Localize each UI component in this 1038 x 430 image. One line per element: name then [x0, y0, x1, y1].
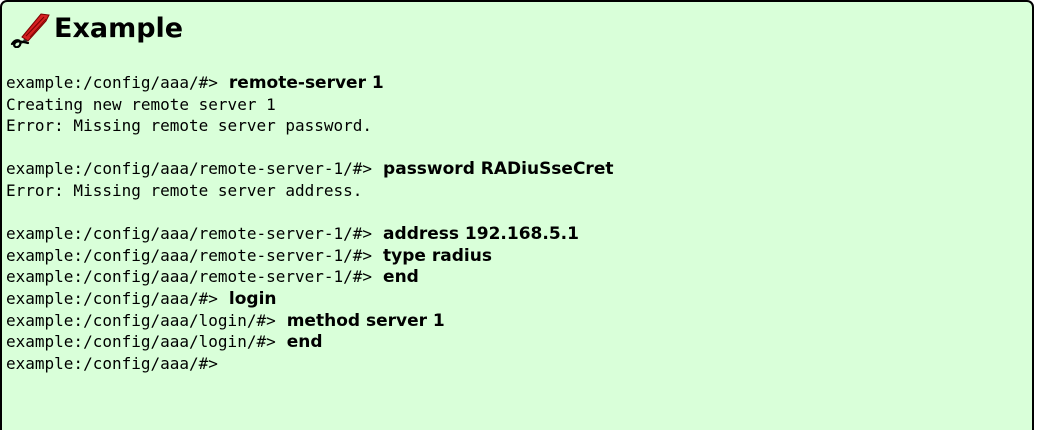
console-prompt: example:/config/aaa/#> [6, 288, 218, 308]
console-line: example:/config/aaa/remote-server-1/#> ty… [6, 245, 613, 267]
console-prompt: example:/config/aaa/remote-server-1/#> [6, 159, 373, 179]
console-output-text: Error: Missing remote server password. [6, 116, 373, 136]
console-output-text: Creating new remote server 1 [6, 94, 276, 114]
console-command: end [286, 332, 323, 353]
console-line: example:/config/aaa/#> [6, 353, 613, 375]
console-line: example:/config/aaa/login/#> end [6, 331, 613, 353]
console-prompt: example:/config/aaa/#> [6, 353, 218, 373]
console-command: method server 1 [286, 310, 445, 331]
console-line: example:/config/aaa/#> login [6, 288, 613, 310]
console-output: example:/config/aaa/#> remote-server 1 Cre… [6, 72, 613, 374]
console-prompt: example:/config/aaa/remote-server-1/#> [6, 224, 373, 244]
example-header: Example [8, 10, 183, 48]
console-line: example:/config/aaa/remote-server-1/#> en… [6, 266, 613, 288]
console-prompt: example:/config/aaa/login/#> [6, 310, 276, 330]
console-command: remote-server 1 [228, 73, 384, 93]
console-output-text: Error: Missing remote server address. [6, 180, 363, 200]
example-box: Example example:/config/aaa/#> remote-ser… [0, 0, 1034, 430]
console-line: Creating new remote server 1 [6, 94, 613, 116]
console-line: Error: Missing remote server password. [6, 115, 613, 137]
console-line: Error: Missing remote server address. [6, 180, 613, 202]
console-prompt: example:/config/aaa/login/#> [6, 332, 276, 352]
console-prompt: example:/config/aaa/remote-server-1/#> [6, 267, 373, 287]
console-line: example:/config/aaa/remote-server-1/#> ad… [6, 223, 613, 245]
console-line: example:/config/aaa/#> remote-server 1 [6, 72, 613, 94]
console-line: example:/config/aaa/remote-server-1/#> pa… [6, 158, 613, 180]
console-command: address 192.168.5.1 [383, 224, 579, 245]
console-line: example:/config/aaa/login/#> method serve… [6, 310, 613, 332]
console-command: end [383, 267, 419, 288]
console-prompt: example:/config/aaa/remote-server-1/#> [6, 245, 373, 265]
console-command: password RADiuSseCret [383, 159, 614, 180]
console-prompt: example:/config/aaa/#> [6, 73, 218, 92]
console-command: type radius [383, 245, 492, 266]
example-title: Example [54, 13, 184, 44]
console-command: login [228, 288, 277, 309]
pen-icon [10, 13, 50, 48]
